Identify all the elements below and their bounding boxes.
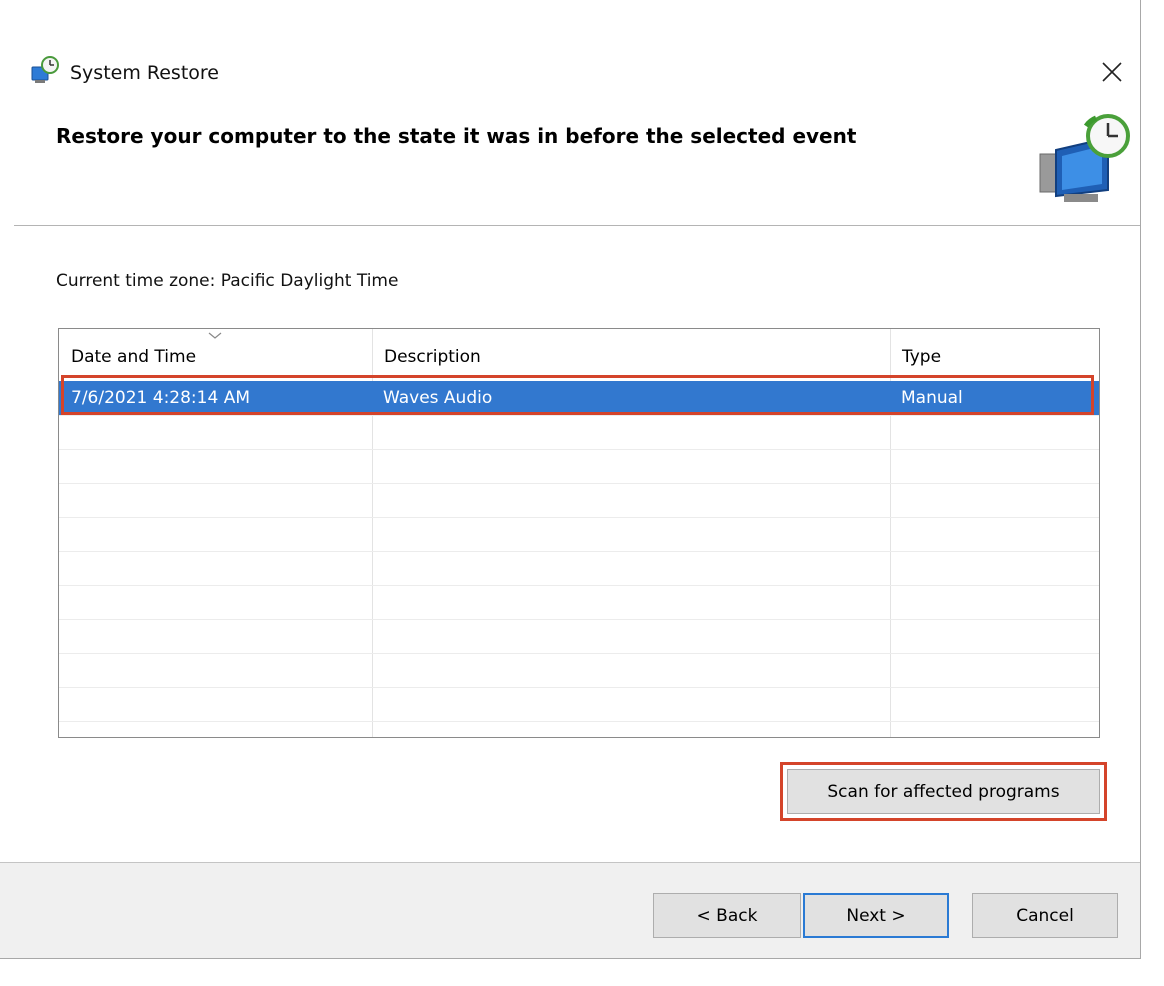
table-row [59,551,1099,586]
header-divider [14,225,1140,226]
page-heading: Restore your computer to the state it wa… [56,124,857,148]
table-row [59,517,1099,552]
table-row [59,619,1099,654]
table-row [59,585,1099,620]
title-bar: System Restore [0,40,1140,90]
cell-date: 7/6/2021 4:28:14 AM [71,388,250,408]
column-header-date[interactable]: Date and Time [59,329,372,375]
timezone-label: Current time zone: Pacific Daylight Time [56,271,399,291]
next-button[interactable]: Next > [803,893,949,938]
table-row[interactable]: 7/6/2021 4:28:14 AM Waves Audio Manual [59,381,1099,416]
system-restore-window: System Restore Restore your computer to … [0,0,1141,959]
close-icon [1102,62,1122,82]
chevron-down-icon [208,332,222,339]
close-button[interactable] [1088,50,1136,94]
cell-type: Manual [901,388,963,408]
table-row [59,415,1099,450]
table-row [59,449,1099,484]
window-title: System Restore [70,62,219,84]
table-row [59,653,1099,688]
system-restore-icon [31,56,59,83]
restore-computer-icon [1039,114,1130,202]
list-header: Date and Time Description Type [59,329,1099,375]
cell-description: Waves Audio [383,388,493,408]
restore-points-list[interactable]: Date and Time Description Type 7/6/2021 … [58,328,1100,738]
scan-for-affected-programs-button[interactable]: Scan for affected programs [787,769,1100,814]
column-header-description[interactable]: Description [372,329,890,375]
back-button[interactable]: < Back [653,893,801,938]
table-row [59,483,1099,518]
column-header-type[interactable]: Type [890,329,1099,375]
cancel-button[interactable]: Cancel [972,893,1118,938]
table-row [59,687,1099,722]
footer [0,863,1140,958]
